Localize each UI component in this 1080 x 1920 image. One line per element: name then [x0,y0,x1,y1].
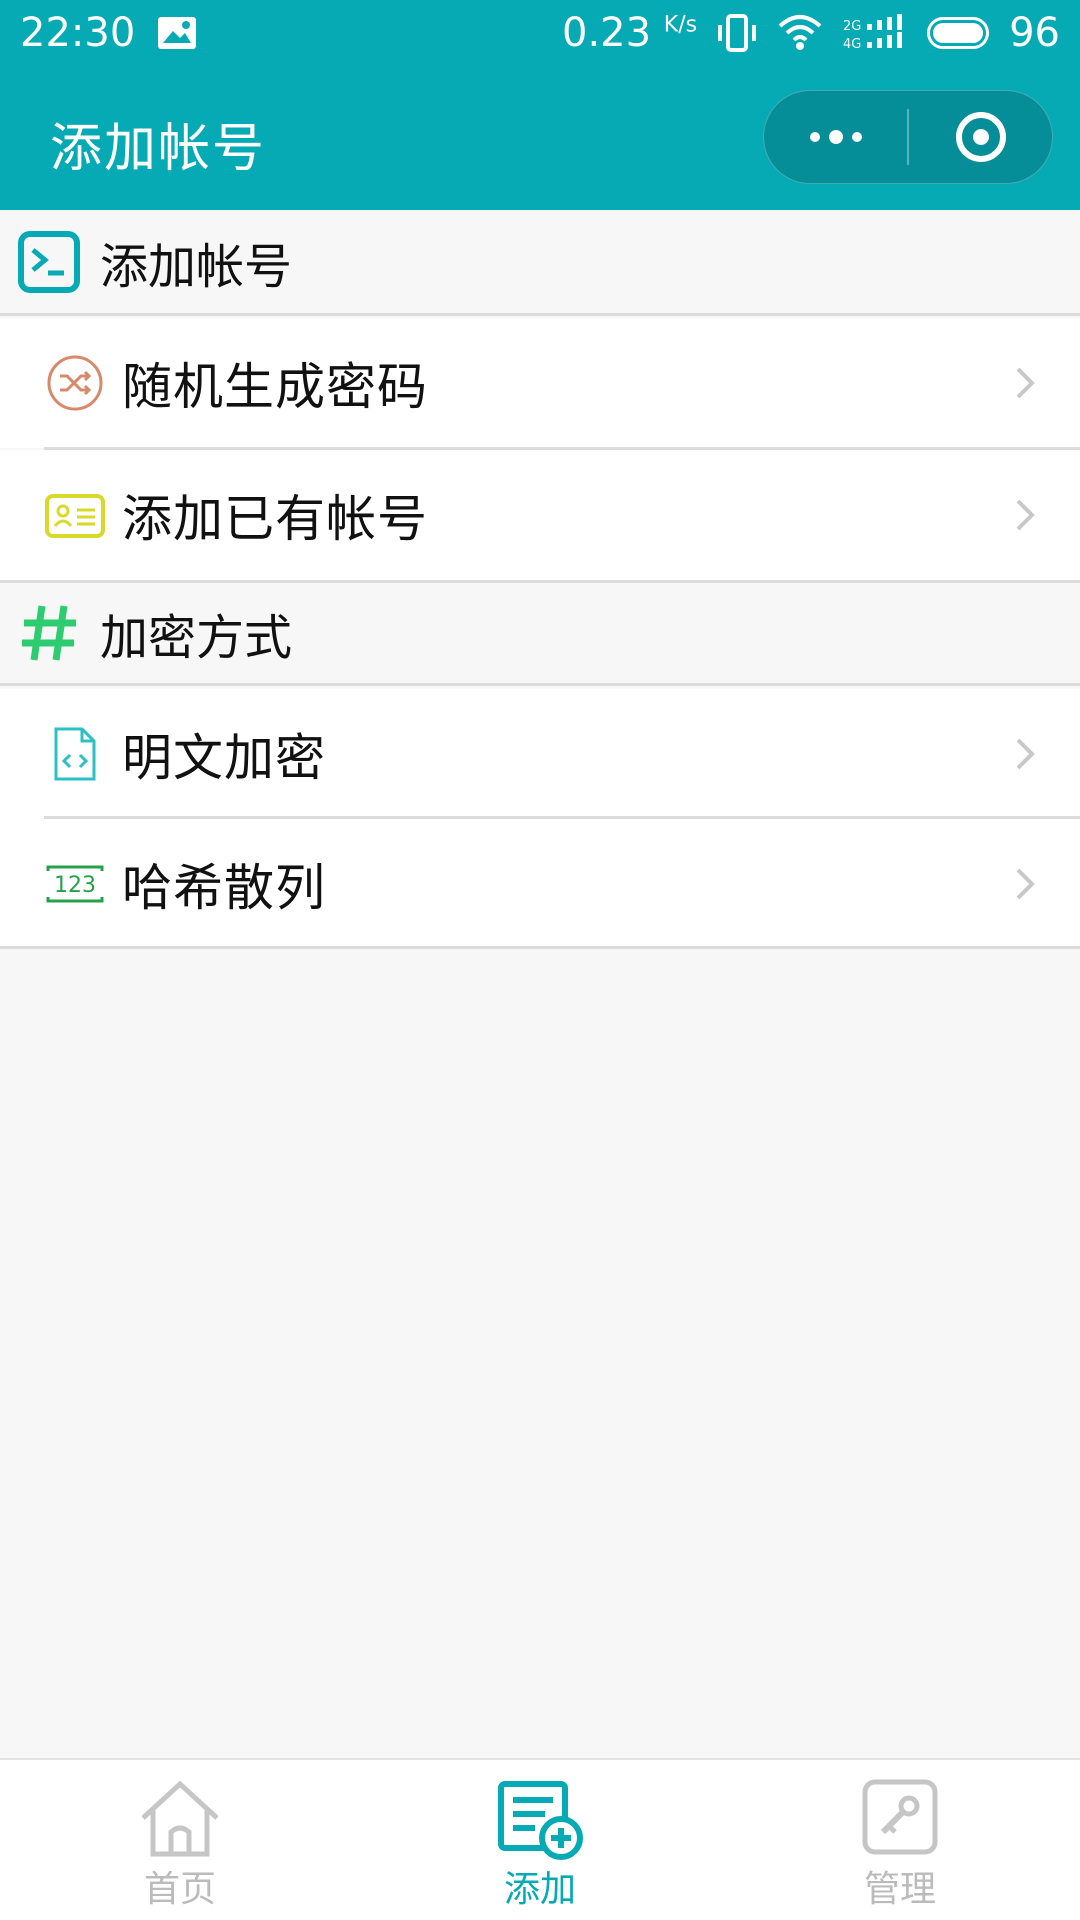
section-title: 加密方式 [100,610,293,666]
item-label: 添加已有帐号 [122,490,428,548]
vibrate-icon [718,14,757,52]
net-unit: K/s [663,12,698,38]
chevron-right-icon [1016,367,1035,399]
item-label: 明文加密 [122,729,326,787]
chevron-right-icon [1016,868,1035,900]
chevron-right-icon [1016,499,1035,531]
list-item-add-existing[interactable]: 添加已有帐号 [0,450,1080,580]
divider [0,946,1080,949]
close-button[interactable] [909,91,1052,183]
shuffle-icon [47,355,103,411]
status-time: 22:30 [20,10,136,56]
capsule-menu [763,90,1053,184]
battery-level: 96 [1009,10,1060,56]
list-item-random-password[interactable]: 随机生成密码 [0,318,1080,448]
net-speed: 0.23 K/s [562,10,698,56]
terminal-icon [18,230,80,293]
list-item-hash[interactable]: 123 哈希散列 [0,819,1080,949]
svg-text:4G: 4G [843,37,861,52]
tab-label: 首页 [143,1869,216,1910]
target-circle-icon [955,112,1006,162]
tab-label: 管理 [863,1869,936,1910]
status-bar: 22:30 0.23 K/s 2G 4G 96 [0,0,1080,66]
list-item-plaintext[interactable]: 明文加密 [0,689,1080,819]
code-file-icon [54,727,96,781]
key-icon [862,1779,938,1855]
numbers-icon: 123 [46,865,104,903]
page-title: 添加帐号 [50,119,267,179]
item-label: 哈希散列 [122,859,326,917]
tab-bar: 首页 添加 管理 [0,1758,1080,1920]
hash-icon [22,605,76,661]
section-title: 添加帐号 [100,238,293,295]
more-button[interactable] [764,91,907,183]
svg-text:123: 123 [54,873,96,898]
svg-text:2G: 2G [843,19,861,34]
add-list-icon [498,1781,583,1860]
id-card-icon [45,494,105,538]
section-header-encryption: 加密方式 [0,580,1080,686]
wifi-icon [778,15,822,50]
more-dots-icon [809,130,862,144]
tab-add[interactable]: 添加 [360,1760,720,1920]
battery-icon [927,17,990,49]
signal-icon: 2G 4G [843,14,903,52]
tab-manage[interactable]: 管理 [720,1760,1080,1920]
item-label: 随机生成密码 [122,358,428,416]
picture-icon [158,17,197,49]
tab-label: 添加 [503,1869,576,1910]
chevron-right-icon [1016,738,1035,770]
title-bar: 添加帐号 [0,66,1080,210]
section-header-add-account: 添加帐号 [0,210,1080,316]
tab-home[interactable]: 首页 [0,1760,360,1920]
home-icon [141,1780,219,1857]
